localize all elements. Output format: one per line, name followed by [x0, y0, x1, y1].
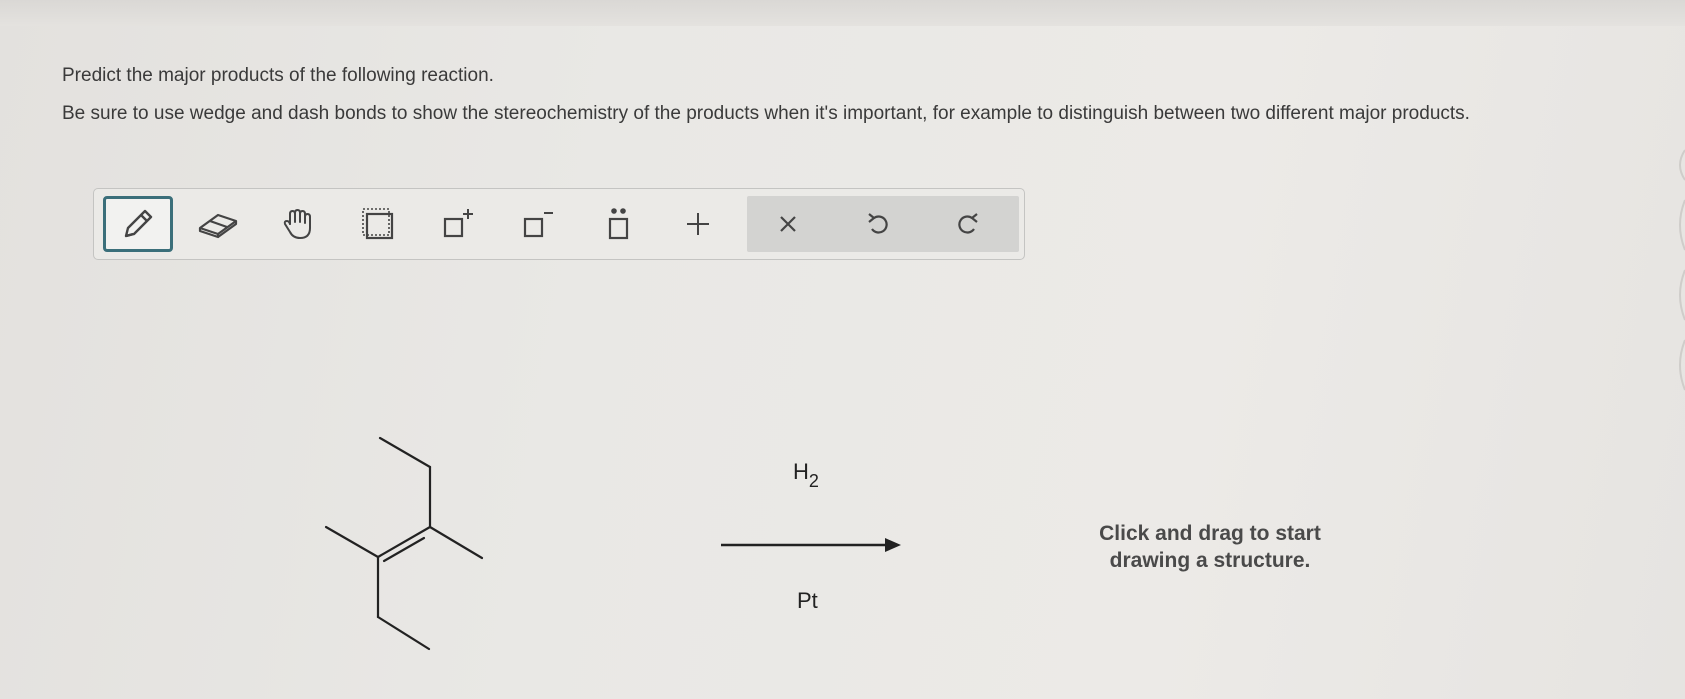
bond [428, 525, 484, 560]
add-tool-button[interactable] [663, 196, 733, 252]
negative-charge-icon [523, 212, 553, 238]
plus-icon [687, 213, 709, 235]
eraser-tool-button[interactable] [183, 196, 253, 252]
hint-line-1: Click and drag to start [1099, 522, 1321, 545]
pencil-icon [124, 209, 153, 238]
hint-line-2: drawing a structure. [1109, 549, 1311, 572]
hand-icon [283, 209, 311, 239]
drawing-canvas[interactable] [0, 262, 1685, 699]
reactant-molecule [324, 436, 484, 651]
top-edge [0, 0, 1685, 26]
reagent-above-arrow: H2 [793, 459, 819, 491]
selection-box-icon [362, 208, 394, 240]
drawing-toolbar [93, 188, 1025, 260]
redo-tool-button[interactable] [933, 196, 1003, 252]
hand-tool-button[interactable] [263, 196, 333, 252]
close-icon [780, 216, 796, 232]
question-prompt: Predict the major products of the follow… [62, 65, 494, 86]
bond [324, 525, 380, 559]
redo-icon [958, 213, 978, 234]
undo-icon [868, 213, 888, 234]
question-instructions: Be sure to use wedge and dash bonds to s… [62, 103, 1470, 124]
question-text: Predict the major products of the follow… [62, 66, 1622, 142]
select-tool-button[interactable] [343, 196, 413, 252]
drawing-hint: Click and drag to start drawing a struct… [1060, 520, 1360, 574]
eraser-icon [198, 213, 238, 239]
undo-tool-button[interactable] [843, 196, 913, 252]
negative-charge-tool-button[interactable] [503, 196, 573, 252]
pencil-tool-button[interactable] [103, 196, 173, 252]
lone-pair-icon [608, 208, 629, 240]
clear-tool-button[interactable] [753, 196, 823, 252]
reaction-arrow [721, 538, 901, 552]
positive-charge-icon [443, 209, 473, 238]
bond [376, 615, 431, 651]
reagent-subscript: 2 [808, 471, 819, 491]
reagent-h-label: H [793, 459, 809, 484]
lone-pair-tool-button[interactable] [583, 196, 653, 252]
reagent-below-arrow: Pt [797, 588, 818, 613]
right-edge-decoration [1679, 149, 1685, 391]
positive-charge-tool-button[interactable] [423, 196, 493, 252]
double-bond [376, 525, 432, 559]
bond [378, 436, 432, 469]
